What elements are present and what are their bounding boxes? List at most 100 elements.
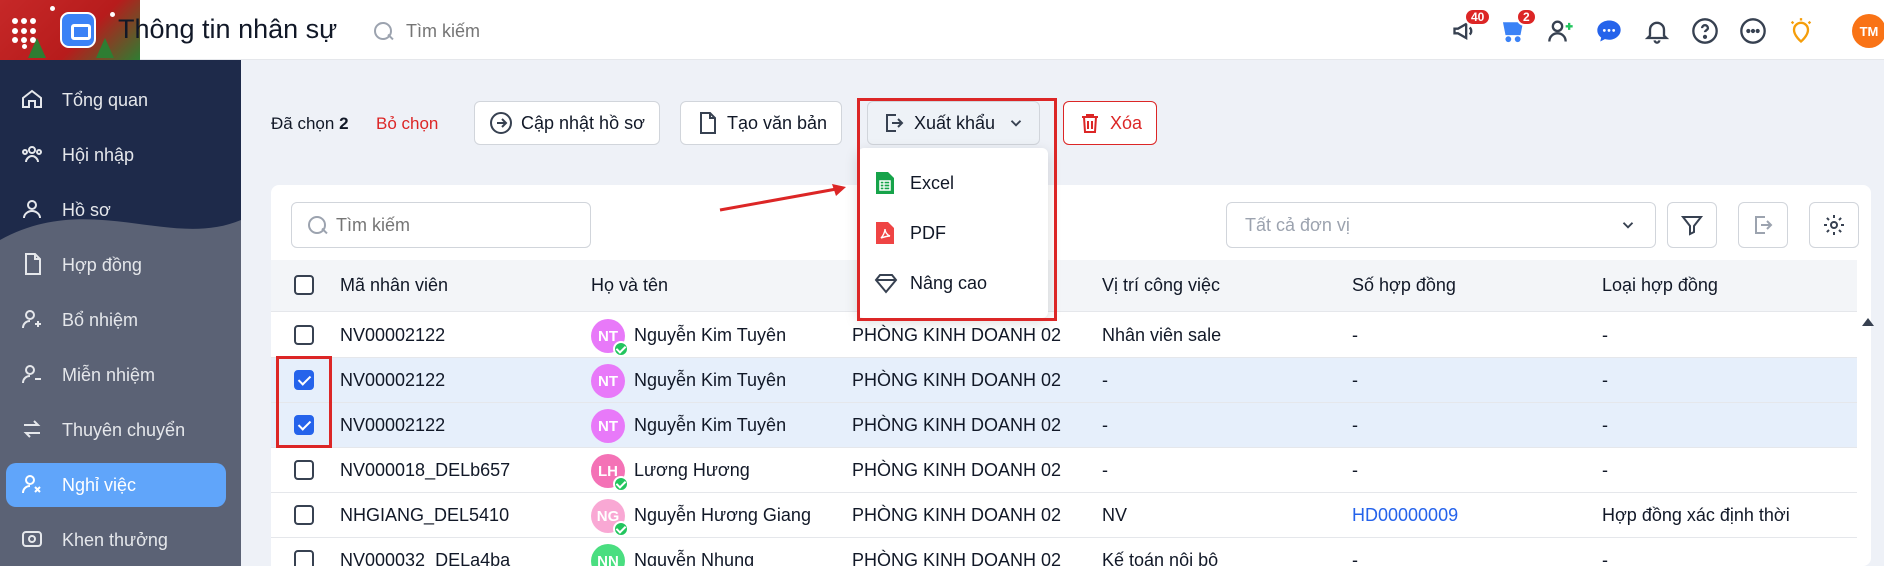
user-avatar[interactable]: TM xyxy=(1852,14,1884,48)
contract-no: - xyxy=(1352,460,1358,480)
more-button[interactable] xyxy=(1736,14,1770,48)
row-checkbox[interactable] xyxy=(294,325,314,345)
filter-icon xyxy=(1680,216,1704,236)
sidebar-item-khen-thuong[interactable]: Khen thưởng xyxy=(6,518,226,562)
snow-icon xyxy=(110,12,115,17)
annotation-frame-checkboxes xyxy=(276,356,332,448)
cart-button[interactable]: 2 xyxy=(1496,8,1537,48)
annotation-frame-export xyxy=(857,98,1057,321)
app-icon xyxy=(60,12,96,48)
unit-select[interactable]: Tất cả đơn vị xyxy=(1226,202,1656,248)
location-button[interactable] xyxy=(1784,14,1818,48)
contract-type: - xyxy=(1602,550,1608,566)
export-table-button[interactable] xyxy=(1738,202,1788,248)
avatar: NT xyxy=(591,364,625,398)
table-row[interactable]: NV00002122 NT Nguyễn Kim Tuyên PHÒNG KIN… xyxy=(271,403,1857,448)
selected-prefix: Đã chọn xyxy=(271,114,335,133)
contract-link[interactable]: HD00000009 xyxy=(1352,505,1458,526)
user-icon xyxy=(20,197,46,223)
employee-code: NHGIANG_DEL5410 xyxy=(340,505,510,525)
row-checkbox[interactable] xyxy=(294,460,314,480)
column-header-contract-type[interactable]: Loại hợp đồng xyxy=(1602,275,1718,296)
bulk-action-bar: Đã chọn 2 Bỏ chọn Cập nhật hồ sơ Tạo văn… xyxy=(241,60,1884,185)
row-checkbox[interactable] xyxy=(294,550,314,566)
sidebar-item-label: Tổng quan xyxy=(62,89,149,110)
sidebar-item-label: Nghỉ việc xyxy=(62,474,137,495)
department: PHÒNG KINH DOANH 02 xyxy=(852,550,1062,566)
employee-code: NV000032_DELa4ba xyxy=(340,550,511,566)
add-user-button[interactable] xyxy=(1544,14,1578,48)
user-minus-icon xyxy=(20,362,46,388)
award-icon xyxy=(20,527,46,553)
deselect-link[interactable]: Bỏ chọn xyxy=(376,114,438,134)
select-all-checkbox[interactable] xyxy=(294,275,314,295)
employee-name[interactable]: Nguyễn Hương Giang xyxy=(634,505,811,526)
contract-type: - xyxy=(1602,415,1608,435)
create-document-button[interactable]: Tạo văn bản xyxy=(680,101,843,145)
sidebar-item-label: Hội nhập xyxy=(62,144,135,165)
notification-button[interactable] xyxy=(1640,14,1674,48)
table-row[interactable]: NV000032_DELa4ba NN Nguyễn Nhung PHÒNG K… xyxy=(271,538,1857,566)
table-search[interactable] xyxy=(291,202,591,248)
group-icon xyxy=(20,142,46,168)
table-row[interactable]: NHGIANG_DEL5410 NG Nguyễn Hương Giang PH… xyxy=(271,493,1857,538)
announcement-button[interactable]: 40 xyxy=(1448,8,1492,48)
employee-code: NV000018_DELb657 xyxy=(340,460,511,480)
row-checkbox[interactable] xyxy=(294,505,314,525)
employee-name[interactable]: Lương Hương xyxy=(634,460,750,481)
sidebar-item-label: Khen thưởng xyxy=(62,529,168,550)
export-icon xyxy=(1755,216,1773,234)
chat-button[interactable] xyxy=(1592,14,1626,48)
top-bar: Thông tin nhân sự 40 2 TM xyxy=(0,0,1884,60)
employee-name[interactable]: Nguyễn Nhung xyxy=(634,550,754,566)
selected-count: 2 xyxy=(339,114,349,133)
employee-name[interactable]: Nguyễn Kim Tuyên xyxy=(634,370,786,391)
sidebar-item-mien-nhiem[interactable]: Miễn nhiệm xyxy=(6,353,226,397)
tree-icon xyxy=(96,38,114,58)
help-button[interactable] xyxy=(1688,14,1722,48)
table-row[interactable]: NV000018_DELb657 LH Lương Hương PHÒNG KI… xyxy=(271,448,1857,493)
snow-icon xyxy=(50,6,55,11)
sidebar-item-ho-so[interactable]: Hồ sơ xyxy=(6,188,226,232)
sidebar-item-hoi-nhap[interactable]: Hội nhập xyxy=(6,133,226,177)
employee-name[interactable]: Nguyễn Kim Tuyên xyxy=(634,415,786,436)
sidebar-item-thuyen-chuyen[interactable]: Thuyên chuyển xyxy=(6,408,226,452)
column-header-contract-no[interactable]: Số hợp đồng xyxy=(1352,275,1456,296)
filter-button[interactable] xyxy=(1667,202,1717,248)
employee-table-card: Tất cả đơn vị Mã nhân viên Họ và tên Vị … xyxy=(271,185,1871,566)
settings-button[interactable] xyxy=(1809,202,1859,248)
arrow-right-circle-icon xyxy=(490,112,512,134)
sidebar-item-bo-nhiem[interactable]: Bổ nhiệm xyxy=(6,298,226,342)
chevron-down-icon xyxy=(1622,222,1634,229)
scroll-up-arrow[interactable] xyxy=(1862,318,1874,326)
verified-icon xyxy=(613,341,629,357)
update-profile-button[interactable]: Cập nhật hồ sơ xyxy=(474,101,660,145)
contract-no: - xyxy=(1352,415,1358,435)
annotation-arrow xyxy=(719,184,846,212)
employee-name[interactable]: Nguyễn Kim Tuyên xyxy=(634,325,786,346)
position: - xyxy=(1102,370,1108,390)
table-search-input[interactable] xyxy=(336,214,576,236)
sidebar-item-label: Hồ sơ xyxy=(62,199,111,220)
column-header-name[interactable]: Họ và tên xyxy=(591,275,668,296)
table-row[interactable]: NV00002122 NT Nguyễn Kim Tuyên PHÒNG KIN… xyxy=(271,358,1857,403)
position: NV xyxy=(1102,505,1128,525)
position: - xyxy=(1102,460,1108,480)
avatar: NT xyxy=(591,409,625,443)
sidebar-item-label: Thuyên chuyển xyxy=(62,419,186,440)
top-search[interactable] xyxy=(372,18,572,44)
department: PHÒNG KINH DOANH 02 xyxy=(852,460,1062,480)
top-search-input[interactable] xyxy=(406,20,556,42)
transfer-icon xyxy=(20,417,46,443)
position: Nhân viên sale xyxy=(1102,325,1222,345)
column-header-position[interactable]: Vị trí công việc xyxy=(1102,275,1220,296)
contract-no: - xyxy=(1352,550,1358,566)
delete-button[interactable]: Xóa xyxy=(1063,101,1158,145)
user-x-icon xyxy=(20,472,46,498)
column-header-code[interactable]: Mã nhân viên xyxy=(340,275,448,296)
sidebar-item-label: Hợp đồng xyxy=(62,254,142,275)
table-row[interactable]: NV00002122 NT Nguyễn Kim Tuyên PHÒNG KIN… xyxy=(271,313,1857,358)
sidebar-item-hop-dong[interactable]: Hợp đồng xyxy=(6,243,226,287)
sidebar-item-nghi-viec[interactable]: Nghỉ việc xyxy=(6,463,226,507)
sidebar-item-tong-quan[interactable]: Tổng quan xyxy=(6,78,226,122)
